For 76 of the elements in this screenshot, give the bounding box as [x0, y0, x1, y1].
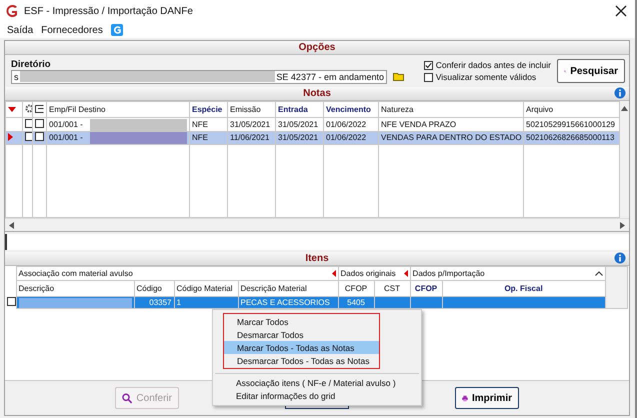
app-badge-icon[interactable] [110, 24, 123, 36]
info-icon[interactable] [614, 252, 626, 264]
column-header[interactable]: Emissão [228, 102, 276, 118]
table-cell: PECAS E ACESSORIOS [238, 296, 338, 308]
column-header[interactable]: CFOP [410, 280, 442, 296]
table-cell: 001/001 - [46, 118, 190, 132]
folder-icon[interactable] [393, 72, 405, 81]
table-cell: VENDAS PARA DENTRO DO ESTADO [378, 131, 524, 145]
menu-item[interactable]: Desmarcar Todos [224, 328, 380, 341]
column-header[interactable]: CST [374, 280, 410, 296]
menu-item[interactable]: Marcar Todos - Todas as Notas [224, 341, 380, 354]
table-cell: 001/001 - [46, 131, 190, 145]
menu-item[interactable]: Desmarcar Todos - Todas as Notas [224, 354, 380, 367]
menu-item[interactable]: Fornecedores [41, 24, 103, 36]
checkbox[interactable] [25, 132, 32, 142]
column-header[interactable]: Vencimento [324, 102, 378, 118]
column-header[interactable]: Natureza [378, 102, 524, 118]
column-toggle-icon[interactable] [35, 104, 44, 113]
column-header[interactable]: Descrição [16, 280, 134, 296]
menu-item[interactable]: Marcar Todos [224, 315, 380, 328]
table-cell: 31/05/2021 [276, 131, 324, 145]
menu-item[interactable]: Editar informações do grid [213, 389, 421, 402]
column-header[interactable]: Código Material [174, 280, 238, 296]
window-title: ESF - Impressão / Importação DANFe [24, 6, 193, 16]
table-cell: NFE [190, 131, 228, 145]
checkbox-label: Conferir dados antes de incluir [436, 60, 551, 70]
close-icon[interactable] [615, 5, 627, 17]
group-header: Dados originais [340, 269, 396, 278]
column-header[interactable]: Código [134, 280, 174, 296]
checkbox[interactable] [35, 119, 44, 128]
column-header[interactable]: Op. Fiscal [442, 280, 606, 296]
menu-item[interactable]: Saída [7, 24, 34, 36]
table-cell: 50210529915661000129 [524, 118, 620, 132]
checkbox[interactable] [35, 132, 44, 142]
section-header: Opções [5, 41, 629, 55]
table-cell: 50210626826685000113 [524, 131, 620, 145]
group-header: Associação com material avulso [18, 269, 133, 278]
directory-field[interactable]: s SE 42377 - em andamento [11, 70, 387, 84]
checkbox-label: Visualizar somente válidos [436, 72, 536, 82]
menu-item[interactable]: Associação itens ( NF-e / Material avulso ) [213, 376, 421, 389]
column-header[interactable]: Emp/Fil Destino [46, 102, 190, 118]
collapse-left-icon[interactable] [404, 270, 408, 277]
scroll-left-icon[interactable] [9, 222, 14, 228]
checkbox[interactable] [424, 60, 433, 70]
table-cell: NFE VENDA PRAZO [378, 118, 524, 132]
scroll-up-icon[interactable] [621, 106, 628, 111]
sort-down-icon[interactable] [8, 107, 16, 112]
collapse-up-icon[interactable] [594, 271, 603, 276]
section-header: Notas [303, 88, 331, 99]
info-icon[interactable] [614, 87, 626, 99]
table-cell: 1 [174, 296, 238, 308]
app-logo-icon [5, 4, 19, 18]
search-button[interactable]: Pesquisar [557, 59, 625, 83]
collapse-left-icon[interactable] [332, 270, 336, 277]
gear-icon[interactable] [25, 104, 32, 114]
table-cell: 01/06/2022 [324, 131, 378, 145]
column-header[interactable]: Entrada [276, 102, 324, 118]
row-pointer-icon [8, 132, 13, 141]
group-header: Dados p/Importação [412, 269, 485, 278]
table-cell: 31/05/2021 [276, 118, 324, 132]
checkbox[interactable] [424, 72, 433, 82]
directory-label: Diretório [11, 58, 52, 70]
table-cell: 01/06/2022 [324, 118, 378, 132]
checkbox[interactable] [7, 297, 16, 306]
column-header[interactable]: Arquivo [524, 102, 620, 118]
column-header[interactable]: Descrição Material [238, 280, 338, 296]
column-header[interactable]: Espécie [190, 102, 228, 118]
table-cell: 11/06/2021 [228, 131, 276, 145]
column-header[interactable]: CFOP [338, 280, 374, 296]
table-cell: 31/05/2021 [228, 118, 276, 132]
section-header: Itens [305, 253, 329, 264]
scroll-right-icon[interactable] [620, 222, 625, 228]
search-icon [122, 392, 132, 404]
checkbox[interactable] [25, 119, 32, 128]
print-button[interactable]: Imprimir [455, 387, 519, 409]
table-cell: NFE [190, 118, 228, 132]
